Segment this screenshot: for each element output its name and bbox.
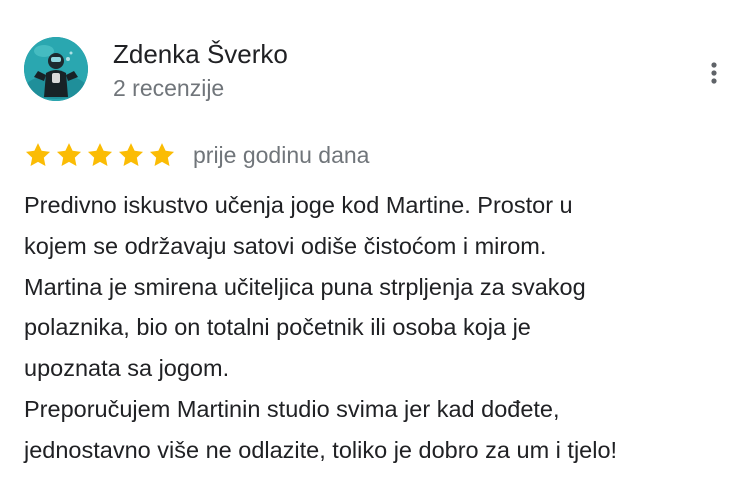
star-icon <box>87 143 113 166</box>
star-icon <box>149 143 175 166</box>
star-icon <box>56 143 82 166</box>
review-text-line: jednostavno više ne odlazite, toliko je … <box>24 436 618 463</box>
review-text-line: Predivno iskustvo učenja joge kod Martin… <box>24 192 573 218</box>
star-icon <box>25 143 51 166</box>
more-options-button[interactable] <box>700 55 728 91</box>
more-vertical-icon <box>711 62 717 84</box>
author-avatar[interactable] <box>24 37 88 101</box>
review-text-line: Martina je smirena učiteljica puna strpl… <box>24 273 586 300</box>
review-text-line: Preporučujem Martinin studio svima jer k… <box>24 395 560 422</box>
review-text-line: kojem se održavaju satovi odiše čistoćom… <box>24 232 547 259</box>
author-review-count[interactable]: 2 recenzije <box>113 72 224 104</box>
review-date: prije godinu dana <box>193 142 370 168</box>
review-text-line: upoznata sa jogom. <box>24 355 230 382</box>
review-text-line: polaznika, bio on totalni početnik ili o… <box>24 314 531 341</box>
rating-row: prije godinu dana <box>24 139 369 171</box>
star-rating <box>24 141 176 169</box>
review-text: Predivno iskustvo učenja joge kod Martin… <box>24 185 749 471</box>
diver-avatar-icon <box>24 37 88 101</box>
review-card: Zdenka Šverko 2 recenzije prije godinu d… <box>0 0 756 492</box>
star-icon <box>118 143 144 166</box>
author-name[interactable]: Zdenka Šverko <box>113 37 288 71</box>
